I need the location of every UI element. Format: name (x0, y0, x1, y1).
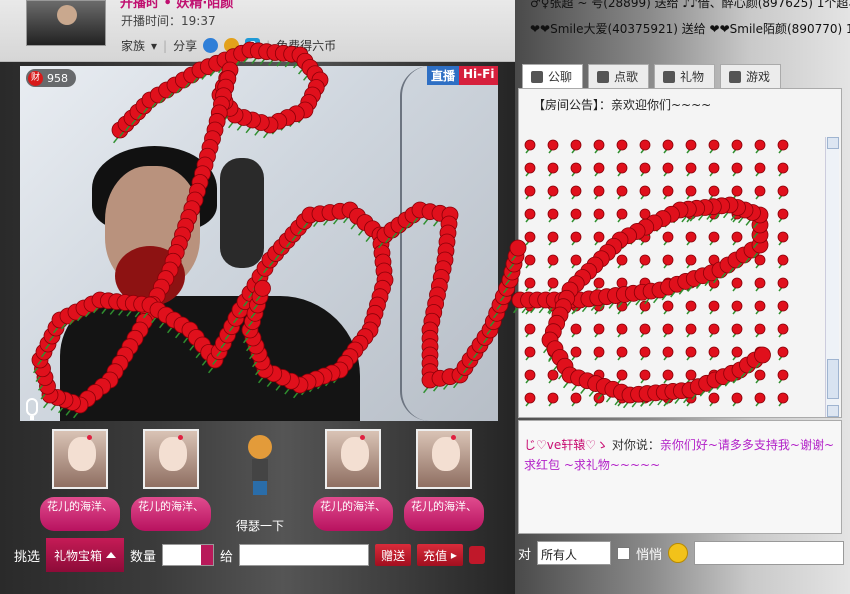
live-label: 直播 (427, 66, 460, 85)
tab-label: 点歌 (614, 70, 639, 84)
live-tag: 直播 Hi-Fi (427, 66, 499, 85)
seat-avatar (416, 429, 472, 489)
recharge-button[interactable]: 充值 ▸ (417, 544, 463, 566)
seat-avatar (143, 429, 199, 489)
seat-item[interactable]: 得瑟一下 (220, 429, 300, 533)
tab-song-request[interactable]: 点歌 (588, 64, 650, 88)
message-user[interactable]: じ♡ve轩辕♡ゝ (524, 438, 608, 452)
video-headphone (220, 158, 264, 268)
gift-bag-icon[interactable] (468, 546, 485, 564)
chat-input-bar: 对 所有人 悄悄 (518, 538, 850, 568)
wealth-badge: 财 958 (26, 69, 76, 87)
pick-label: 挑选 (14, 549, 41, 565)
seat-name: 花儿的海洋、 (404, 497, 484, 531)
scroll-up-icon[interactable] (827, 137, 839, 149)
seat-row: 花儿的海洋、 花儿的海洋、 得瑟一下 花儿的海洋、 花儿的海洋、 (20, 424, 498, 534)
scroll-thumb[interactable] (827, 359, 839, 399)
share-p-icon[interactable]: P (245, 38, 261, 53)
qty-label: 数量 (130, 549, 157, 565)
seat-name: 花儿的海洋、 (131, 497, 211, 531)
public-chat-panel[interactable]: 【房间公告】：亲欢迎你们~~~~ (518, 88, 842, 418)
share-weibo-icon[interactable] (224, 38, 240, 53)
divider: | (163, 38, 168, 53)
scroll-down-icon[interactable] (827, 405, 839, 417)
tab-label: 游戏 (746, 70, 771, 84)
seat-name: 花儿的海洋、 (313, 497, 393, 531)
tab-label: 公聊 (548, 70, 573, 84)
start-time: 开播时间：19:37 (121, 14, 216, 28)
message-said: 对你说： (608, 438, 660, 452)
anchor-name[interactable]: 开播时 • 妖精·陌颜 (120, 0, 233, 11)
chat-message-input[interactable] (694, 541, 845, 565)
private-message: じ♡ve轩辕♡ゝ 对你说：亲你们好~请多多支持我~谢谢~求红包 ~求礼物~~~~… (524, 435, 840, 475)
divider: | (266, 38, 271, 53)
private-chat-panel[interactable]: じ♡ve轩辕♡ゝ 对你说：亲你们好~请多多支持我~谢谢~求红包 ~求礼物~~~~… (518, 420, 842, 534)
free-coins-link[interactable]: 免费得六币 (276, 37, 336, 54)
gamepad-icon (729, 70, 742, 83)
cartoon-figure-icon (244, 435, 274, 497)
gift-box-label: 礼物宝箱 (54, 548, 103, 563)
gift-message: ♂♀张超 ~ 号(28899) 送给 ♪♪借、醉心颜(897625) 1个超丰 (530, 0, 850, 10)
whisper-checkbox[interactable] (617, 546, 631, 560)
chevron-down-icon[interactable]: ▾ (151, 39, 157, 53)
video-cable (400, 66, 460, 421)
live-video[interactable] (20, 66, 498, 421)
chat-scrollbar[interactable] (825, 137, 839, 417)
chat-target-select[interactable]: 所有人 (537, 541, 612, 565)
hifi-label[interactable]: Hi-Fi (459, 66, 499, 85)
microphone-icon[interactable] (26, 398, 38, 420)
gift-icon (663, 70, 676, 83)
header-actions: 家族 ▾ | 分享 P | 免费得六币 (121, 37, 336, 54)
chat-bubble-icon (531, 70, 543, 83)
seat-avatar (52, 429, 108, 489)
seat-status-dot (178, 435, 183, 440)
share-label: 分享 (173, 39, 198, 53)
wealth-count: 958 (47, 71, 68, 85)
whisper-label: 悄悄 (636, 547, 663, 563)
anchor-avatar[interactable] (26, 0, 106, 46)
seat-item[interactable]: 花儿的海洋、 (131, 429, 211, 531)
gift-message: ❤❤Smile大爱(40375921) 送给 ❤❤Smile陌颜(890770)… (530, 22, 850, 36)
quantity-input[interactable] (162, 544, 215, 566)
video-person-body (60, 296, 360, 421)
tab-label: 礼物 (680, 70, 705, 84)
seat-avatar (325, 429, 381, 489)
seat-name: 得瑟一下 (235, 519, 284, 533)
video-glove (115, 246, 185, 306)
room-notice: 【房间公告】：亲欢迎你们~~~~ (533, 98, 712, 112)
chat-tabs: 公聊 点歌 礼物 游戏 (522, 64, 782, 88)
seat-status-dot (451, 435, 456, 440)
seat-status-dot (360, 435, 365, 440)
tab-public-chat[interactable]: 公聊 (522, 64, 584, 88)
recipient-input[interactable] (239, 544, 370, 566)
quantity-dropdown-icon[interactable] (201, 545, 214, 565)
seat-item[interactable]: 花儿的海洋、 (313, 429, 393, 531)
give-button[interactable]: 赠送 (375, 544, 412, 566)
microphone-icon (597, 70, 610, 83)
wealth-icon: 财 (28, 70, 43, 86)
seat-name: 花儿的海洋、 (40, 497, 120, 531)
family-dropdown[interactable]: 家族 (121, 37, 145, 54)
gift-bar: 挑选 礼物宝箱 数量 给 赠送 充值 ▸ (14, 538, 501, 572)
triangle-up-icon (106, 552, 117, 558)
anchor-header: 开播时 • 妖精·陌颜 开播时间：19:37 家族 ▾ | 分享 P | 免费得… (0, 0, 515, 62)
tab-gifts[interactable]: 礼物 (654, 64, 716, 88)
seat-item[interactable]: 花儿的海洋、 (40, 429, 120, 531)
to-label: 给 (220, 549, 234, 565)
recharge-label: 充值 (423, 548, 448, 563)
emoji-icon[interactable] (668, 543, 689, 563)
tab-games[interactable]: 游戏 (720, 64, 782, 88)
seat-status-dot (87, 435, 92, 440)
to-label: 对 (518, 547, 532, 563)
share-qq-icon[interactable] (203, 38, 219, 53)
seat-item[interactable]: 花儿的海洋、 (404, 429, 484, 531)
gift-box-button[interactable]: 礼物宝箱 (46, 538, 125, 572)
